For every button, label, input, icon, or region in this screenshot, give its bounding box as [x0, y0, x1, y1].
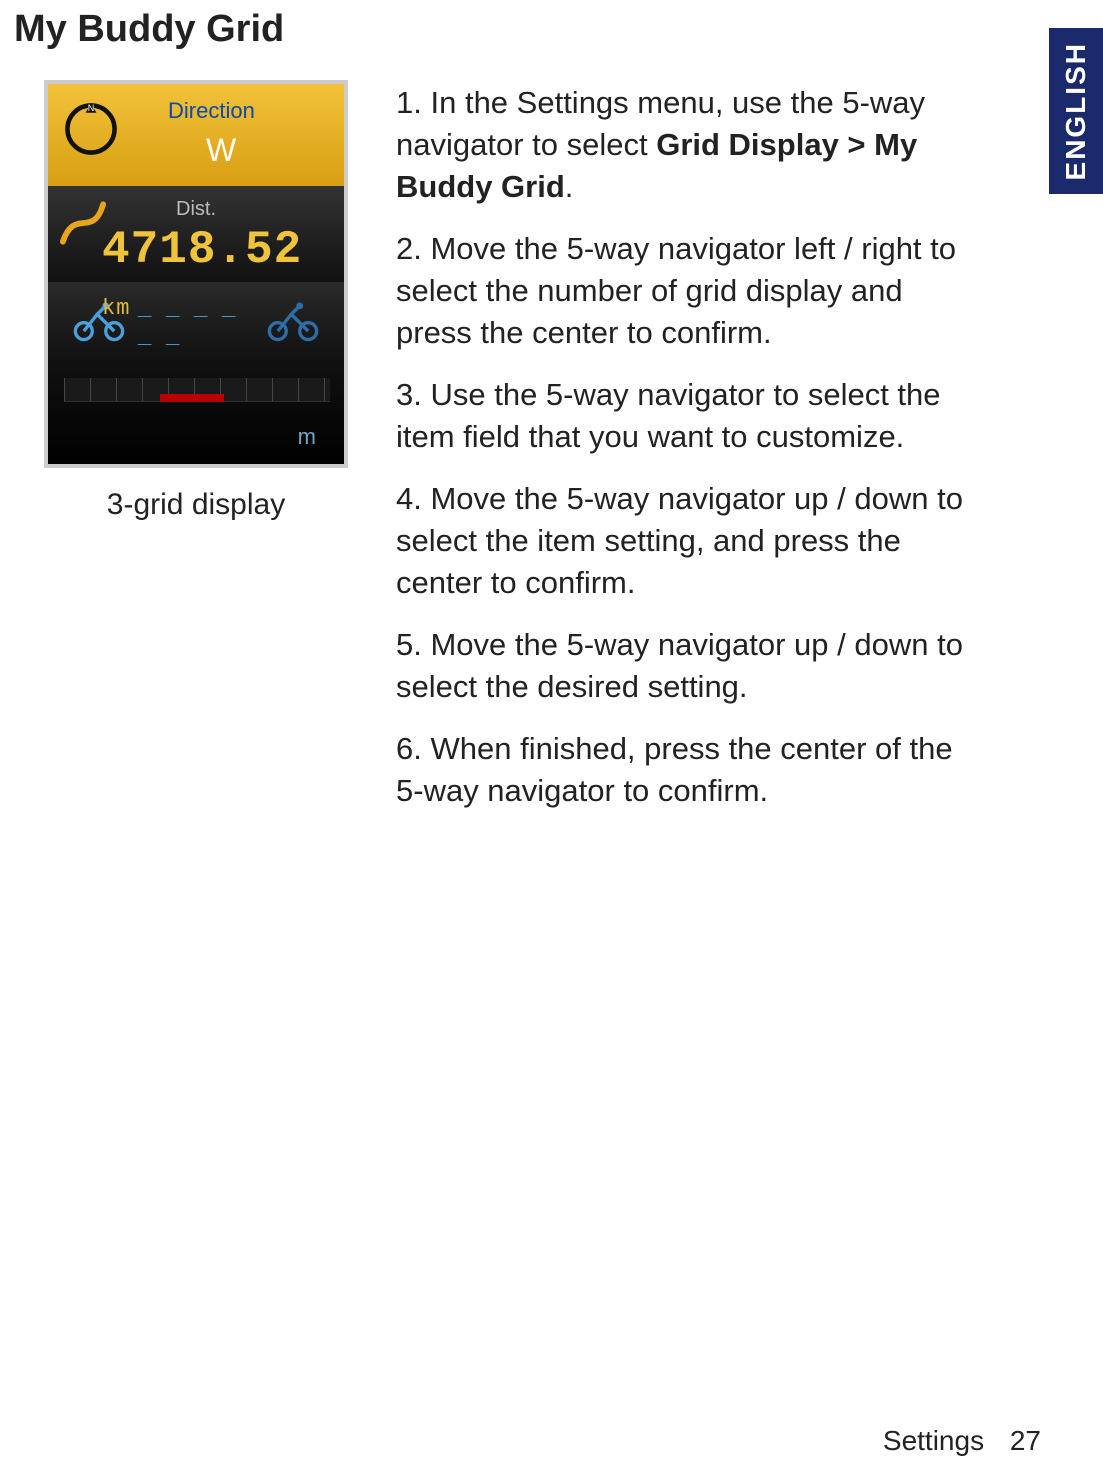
step-number: 2.: [396, 231, 422, 266]
direction-value: W: [206, 132, 236, 169]
distance-number: 4718.52: [102, 224, 302, 276]
step-2: 2. Move the 5-way navigator left / right…: [396, 228, 970, 354]
footer-page-number: 27: [1010, 1425, 1041, 1456]
device-caption: 3-grid display: [44, 488, 348, 522]
step-number: 5.: [396, 627, 422, 662]
footer-section: Settings: [883, 1425, 984, 1456]
step-6: 6. When finished, press the center of th…: [396, 728, 970, 812]
distance-unit: km: [102, 296, 130, 321]
step-3: 3. Use the 5-way navigator to select the…: [396, 374, 970, 458]
distance-icon: [60, 200, 106, 246]
compass-icon: N: [62, 100, 120, 158]
instruction-list: 1. In the Settings menu, use the 5-way n…: [396, 82, 970, 832]
altitude-marker: [160, 394, 224, 402]
step-text: Move the 5-way navigator up / down to se…: [396, 627, 963, 704]
page-footer: Settings 27: [883, 1425, 1041, 1457]
step-number: 1.: [396, 85, 422, 120]
language-tab-label: ENGLISH: [1060, 42, 1092, 180]
device-screenshot: N Direction W Dist. 4718.52 km _ _ _ _ _…: [44, 80, 348, 468]
step-1: 1. In the Settings menu, use the 5-way n…: [396, 82, 970, 208]
direction-label: Direction: [168, 98, 255, 124]
distance-label: Dist.: [176, 198, 216, 221]
step-text: Use the 5-way navigator to select the it…: [396, 377, 941, 454]
language-tab: ENGLISH: [1049, 28, 1103, 194]
step-4: 4. Move the 5-way navigator up / down to…: [396, 478, 970, 604]
step-number: 3.: [396, 377, 422, 412]
direction-row: N Direction W: [48, 84, 344, 186]
page-title: My Buddy Grid: [14, 8, 284, 51]
distance-value: 4718.52 km: [102, 224, 344, 328]
distance-row: Dist. 4718.52 km: [48, 186, 344, 282]
altitude-unit: m: [298, 424, 316, 450]
step-text: Move the 5-way navigator up / down to se…: [396, 481, 963, 600]
step-number: 6.: [396, 731, 422, 766]
step-text: Move the 5-way navigator left / right to…: [396, 231, 956, 350]
step-number: 4.: [396, 481, 422, 516]
svg-text:N: N: [88, 103, 95, 113]
step-5: 5. Move the 5-way navigator up / down to…: [396, 624, 970, 708]
altitude-row: m: [48, 360, 344, 464]
step-text: When finished, press the center of the 5…: [396, 731, 953, 808]
step-post: .: [565, 169, 574, 204]
